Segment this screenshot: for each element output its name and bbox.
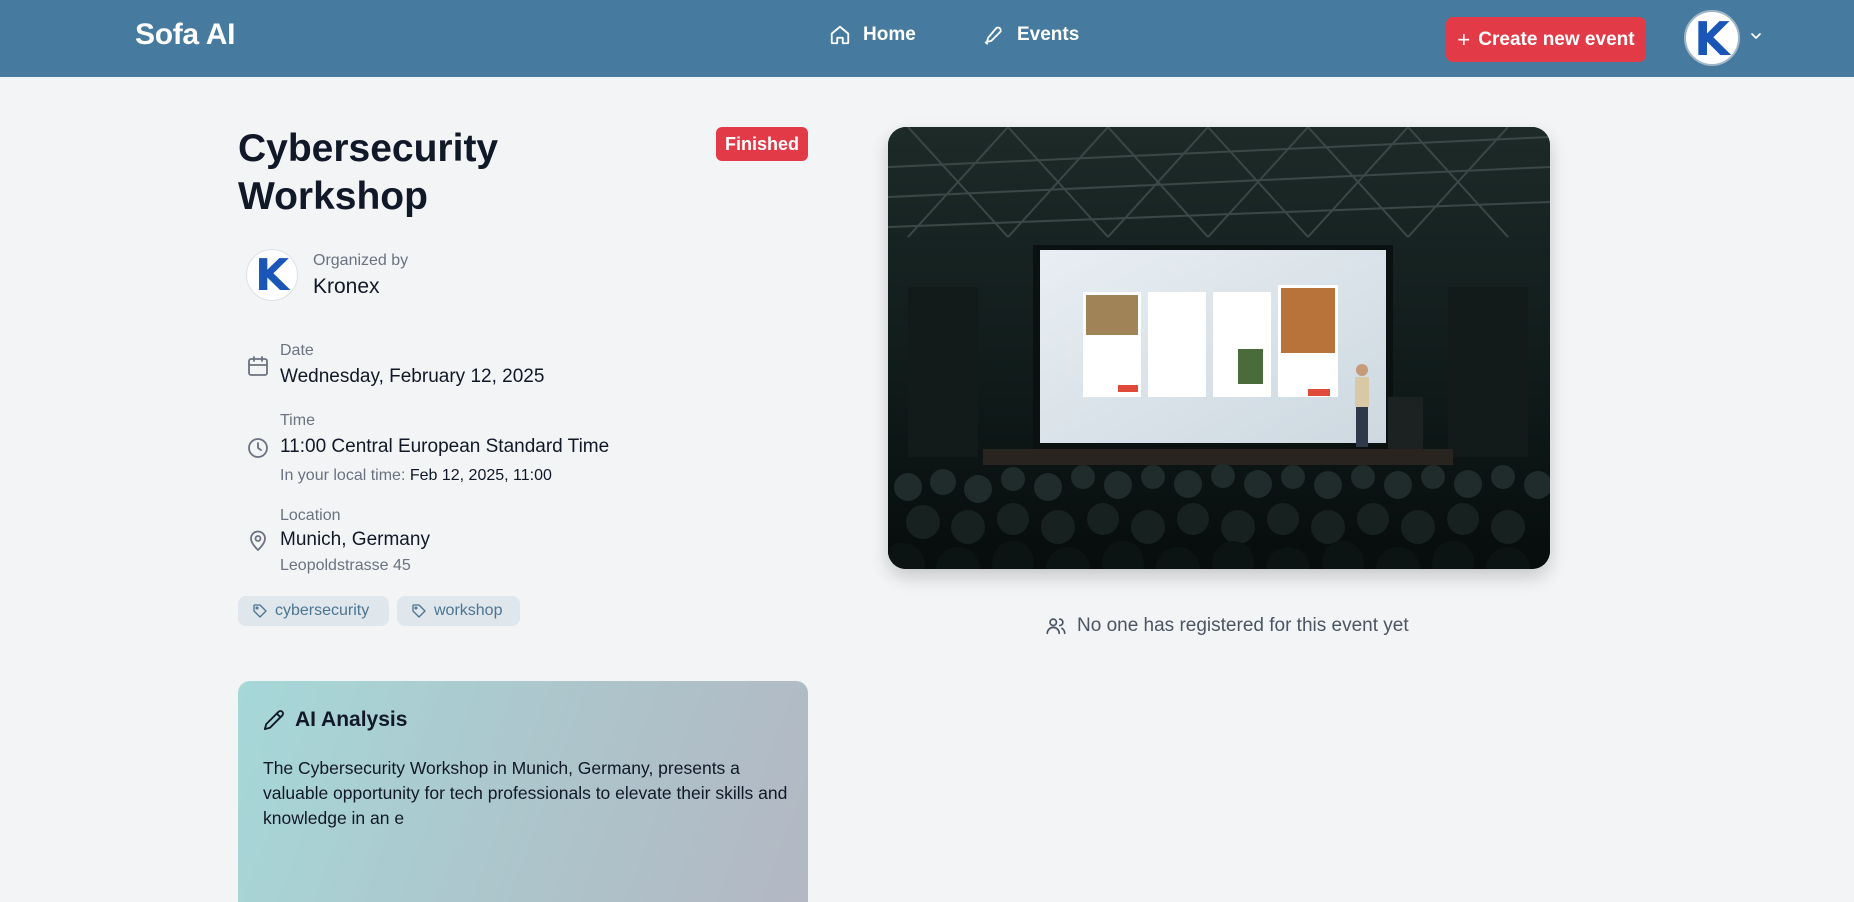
tag-label: cybersecurity: [275, 602, 370, 619]
ai-analysis-text: The Cybersecurity Workshop in Munich, Ge…: [263, 758, 788, 828]
location-value: Munich, Germany: [280, 529, 430, 550]
location-label: Location: [280, 507, 341, 524]
nav-events-link[interactable]: Events: [983, 24, 1079, 46]
ai-analysis-card: AI Analysis The Cybersecurity Workshop i…: [238, 681, 808, 902]
clock-icon: [248, 438, 268, 458]
date-value: Wednesday, February 12, 2025: [280, 366, 545, 387]
create-new-event-label: Create new event: [1478, 28, 1635, 50]
event-cover-illustration: [888, 127, 1550, 569]
organizer-label: Organized by: [313, 252, 409, 269]
local-time-value: Feb 12, 2025, 11:00: [409, 467, 552, 484]
nav-home-link[interactable]: Home: [829, 24, 916, 46]
registrations-text: No one has registered for this event yet: [1077, 615, 1409, 636]
date-label: Date: [280, 342, 314, 359]
organizer-name[interactable]: Kronex: [313, 275, 380, 299]
organizer-avatar-letter: K: [254, 250, 290, 301]
time-label: Time: [280, 412, 315, 429]
local-time: In your local time: Feb 12, 2025, 11:00: [280, 467, 552, 485]
chevron-down-icon[interactable]: [1748, 28, 1764, 44]
users-icon: [1046, 618, 1066, 635]
map-pin-icon: [250, 530, 266, 551]
event-cover-image: [888, 127, 1550, 569]
registrations-status: No one has registered for this event yet: [1045, 615, 1409, 637]
pen-icon: [984, 26, 1002, 45]
tag-icon: [253, 604, 267, 618]
location-address: Leopoldstrasse 45: [280, 557, 411, 574]
nav-events-label: Events: [1017, 24, 1080, 45]
ai-analysis-heading: AI Analysis: [263, 708, 407, 732]
tag-workshop[interactable]: workshop: [397, 596, 520, 626]
time-value: 11:00 Central European Standard Time: [280, 436, 610, 457]
home-icon: [830, 25, 850, 45]
tag-cybersecurity[interactable]: cybersecurity: [238, 596, 389, 626]
brand-logo[interactable]: Sofa AI: [135, 18, 235, 52]
create-new-event-button[interactable]: + Create new event: [1446, 17, 1646, 62]
ai-analysis-title: AI Analysis: [295, 708, 408, 731]
user-avatar[interactable]: K: [1684, 10, 1740, 66]
top-navbar: Sofa AI Home Events + Create new event K: [0, 0, 1854, 77]
nav-home-label: Home: [863, 24, 916, 45]
tag-icon: [412, 604, 426, 618]
event-title: Cybersecurity Workshop: [238, 127, 499, 218]
user-avatar-letter: K: [1694, 12, 1730, 66]
local-time-prefix: In your local time:: [280, 467, 406, 484]
status-badge: Finished: [716, 127, 808, 161]
pencil-icon: [263, 710, 284, 731]
tag-label: workshop: [434, 602, 503, 619]
calendar-icon: [248, 356, 268, 376]
organizer-avatar[interactable]: K: [246, 249, 298, 301]
plus-icon: +: [1457, 26, 1471, 52]
